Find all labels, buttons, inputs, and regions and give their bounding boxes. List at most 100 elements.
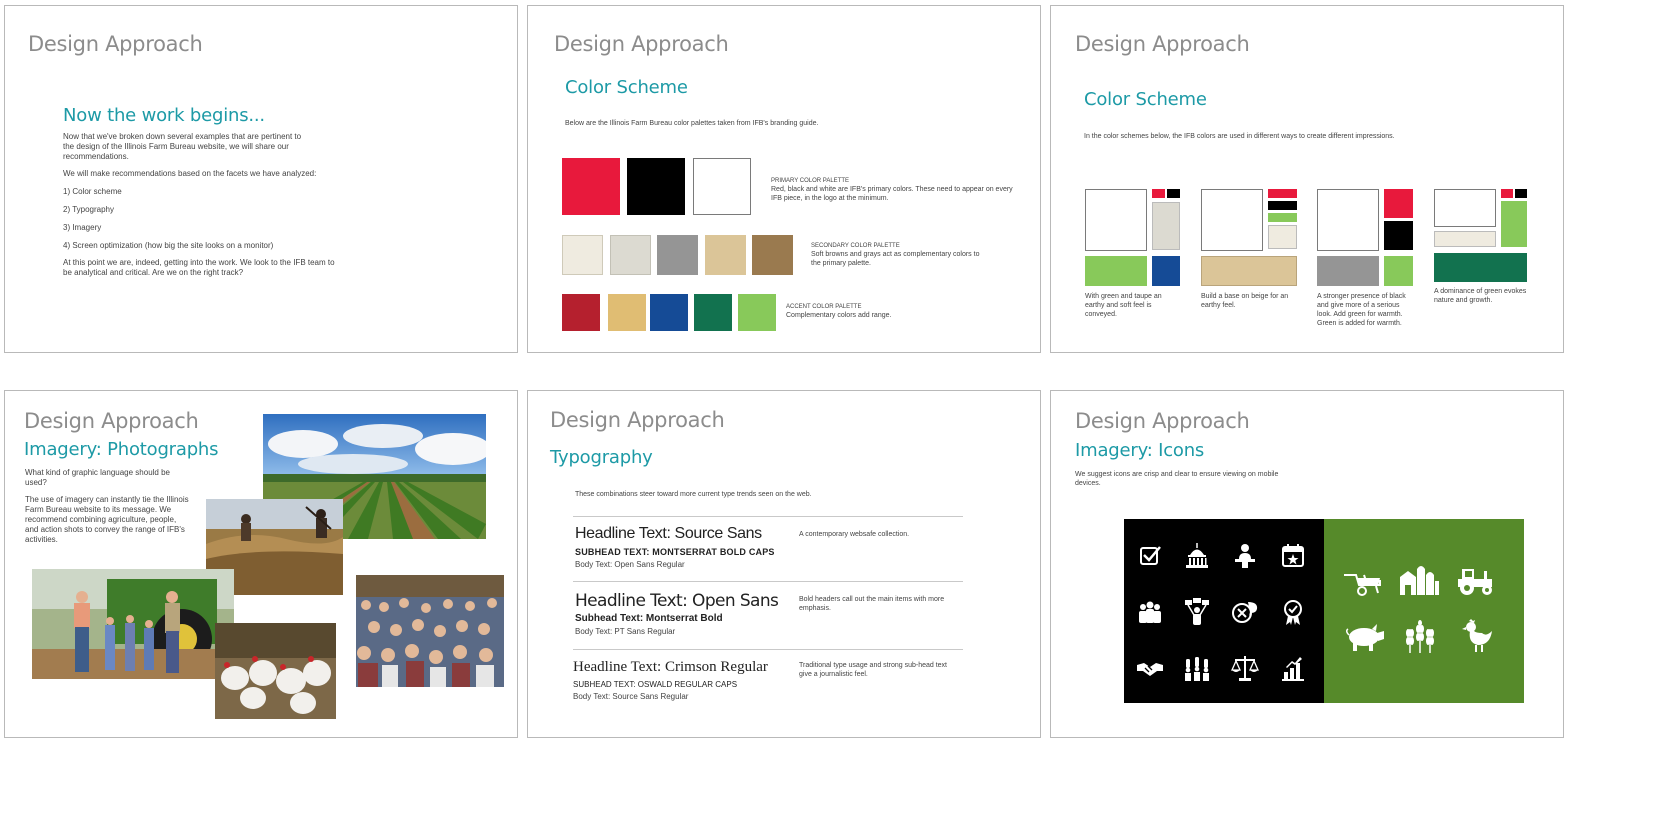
- subhead-sample: Subhead Text: Montserrat Bold: [575, 613, 723, 624]
- intro-paragraph: Now that we've broken down several examp…: [63, 132, 302, 161]
- swatch-dark-green: [694, 294, 732, 331]
- headline-sample: Headline Text: Crimson Regular: [573, 659, 768, 675]
- scheme4-dark-green: [1434, 253, 1527, 282]
- body-sample: Body Text: Open Sans Regular: [575, 560, 685, 569]
- slide-heading: Typography: [550, 447, 653, 468]
- crowd-photo: [356, 575, 504, 687]
- no-chat-icon: [1232, 602, 1258, 623]
- scheme1-green: [1085, 256, 1147, 286]
- scheme3-red: [1384, 189, 1413, 218]
- speaker-icon: [1235, 544, 1255, 568]
- list-item: 4) Screen optimization (how big the site…: [63, 241, 274, 250]
- icon-panel-green: [1324, 519, 1524, 703]
- swatch-cream: [562, 235, 603, 275]
- family-tractor-photo: [32, 569, 234, 679]
- scheme3-gray: [1317, 256, 1379, 286]
- scheme2-black: [1268, 201, 1297, 210]
- swatch-dark-red: [562, 294, 600, 331]
- tractor-icon: [1458, 569, 1492, 595]
- scheme3-green: [1384, 256, 1413, 286]
- slide-imagery-photographs: Design Approach Imagery: Photographs Wha…: [4, 390, 518, 738]
- list-item: 1) Color scheme: [63, 187, 122, 196]
- scheme1-taupe: [1152, 202, 1180, 250]
- slide-title: Design Approach: [24, 409, 199, 433]
- closing-paragraph: At this point we are, indeed, getting in…: [63, 258, 335, 277]
- slide-heading: Color Scheme: [1084, 89, 1207, 110]
- slide-color-scheme-combinations: Design Approach Color Scheme In the colo…: [1050, 5, 1564, 353]
- recommendations-paragraph: We will make recommendations based on th…: [63, 169, 317, 178]
- wheelbarrow-icon: [1344, 574, 1381, 596]
- swatch-beige: [705, 235, 746, 275]
- slide-heading: Color Scheme: [565, 77, 688, 98]
- scheme4-cream: [1434, 231, 1496, 247]
- scheme2-cream: [1268, 225, 1297, 249]
- scheme4-red: [1501, 189, 1513, 198]
- scheme1-red: [1152, 189, 1165, 198]
- icon-panel-dark: [1124, 519, 1324, 703]
- list-item: 3) Imagery: [63, 223, 102, 232]
- scheme1-white: [1085, 189, 1147, 251]
- swatch-light-green: [738, 294, 776, 331]
- chicken-icon: [1462, 619, 1492, 652]
- slide-now-the-work-begins: Design Approach Now the work begins... N…: [4, 5, 518, 353]
- group-icon: [1139, 601, 1161, 623]
- scheme2-red: [1268, 189, 1297, 198]
- scheme3-white: [1317, 189, 1379, 251]
- slide-heading: Imagery: Photographs: [24, 439, 219, 460]
- award-icon: [1284, 600, 1302, 625]
- capitol-icon: [1186, 543, 1208, 568]
- ideas-icon: [1185, 598, 1209, 625]
- scheme2-beige: [1201, 256, 1297, 286]
- body-sample: Body Text: PT Sans Regular: [575, 627, 676, 636]
- divider: [573, 581, 963, 582]
- scheme4-white: [1434, 189, 1496, 227]
- wheat-icon: [1406, 620, 1434, 653]
- slide-color-scheme-palettes: Design Approach Color Scheme Below are t…: [527, 5, 1041, 353]
- swatch-red: [562, 158, 620, 215]
- question-paragraph: What kind of graphic language should be …: [25, 468, 170, 487]
- type-note: Bold headers call out the main items wit…: [799, 596, 945, 612]
- slide-title: Design Approach: [1075, 409, 1250, 433]
- swatch-black: [627, 158, 685, 215]
- slide-heading: Now the work begins...: [63, 105, 265, 126]
- intro-text: Below are the Illinois Farm Bureau color…: [565, 120, 819, 127]
- scheme-caption: A dominance of green evokes nature and g…: [1434, 288, 1527, 304]
- divider: [573, 649, 963, 650]
- scheme2-green: [1268, 213, 1297, 222]
- handshake-icon: [1137, 663, 1163, 676]
- scheme-caption: A stronger presence of black and give mo…: [1317, 293, 1406, 327]
- subhead-sample: SUBHEAD TEXT: OSWALD REGULAR CAPS: [573, 680, 738, 689]
- subhead-sample: SUBHEAD TEXT: MONTSERRAT BOLD CAPS: [575, 547, 775, 557]
- scheme2-white: [1201, 189, 1263, 251]
- chickens-photo: [215, 623, 336, 719]
- slide-typography: Design Approach Typography These combina…: [527, 390, 1041, 738]
- swatch-brown: [752, 235, 793, 275]
- slide-heading: Imagery: Icons: [1075, 440, 1205, 461]
- raised-hands-icon: [1185, 657, 1209, 681]
- scheme1-blue: [1152, 256, 1180, 286]
- scheme4-black: [1515, 189, 1527, 198]
- scheme1-black: [1167, 189, 1180, 198]
- swatch-white: [693, 158, 751, 215]
- scheme3-black: [1384, 221, 1413, 250]
- scales-icon: [1230, 656, 1260, 681]
- intro-text: In the color schemes below, the IFB colo…: [1084, 133, 1395, 140]
- type-note: A contemporary websafe collection.: [799, 531, 910, 538]
- type-note: Traditional type usage and strong sub-he…: [799, 662, 948, 678]
- secondary-palette-desc: Soft browns and grays act as complementa…: [811, 251, 980, 267]
- swatch-gold: [608, 294, 646, 331]
- swatch-light-gray: [610, 235, 651, 275]
- divider: [573, 516, 963, 517]
- swatch-gray: [657, 235, 698, 275]
- pig-icon: [1345, 624, 1384, 651]
- scheme-caption: Build a base on beige for an earthy feel…: [1201, 293, 1289, 309]
- headline-sample: Headline Text: Source Sans: [575, 525, 762, 542]
- slide-title: Design Approach: [1075, 32, 1250, 56]
- intro-text: These combinations steer toward more cur…: [575, 491, 812, 498]
- calendar-icon: [1282, 544, 1304, 567]
- growth-chart-icon: [1282, 657, 1304, 681]
- body-sample: Body Text: Source Sans Regular: [573, 692, 689, 701]
- slide-title: Design Approach: [28, 32, 203, 56]
- farm-icon: [1400, 566, 1439, 595]
- slide-title: Design Approach: [554, 32, 729, 56]
